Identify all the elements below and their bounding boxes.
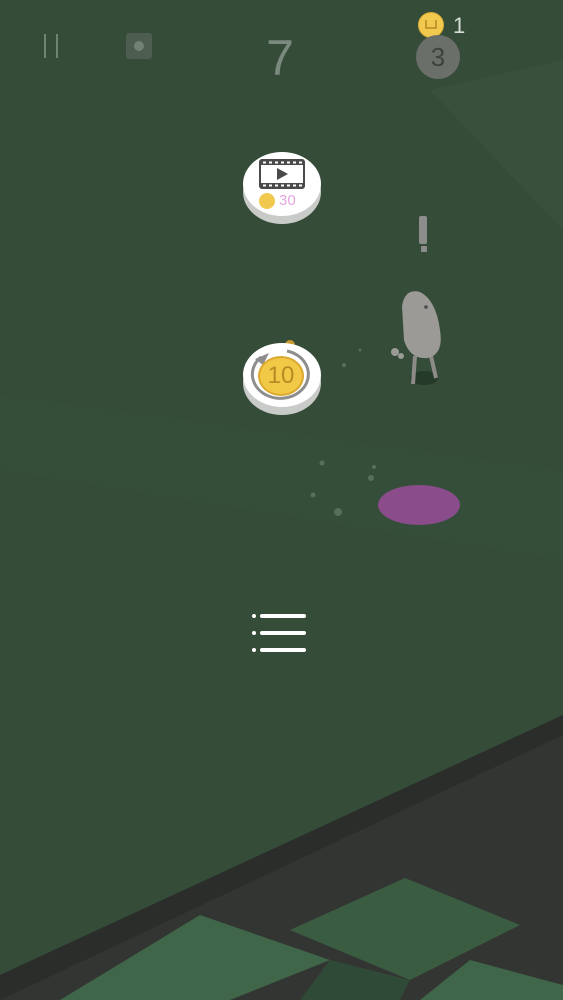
hamburger-icon xyxy=(252,614,308,618)
level-badge: 3 xyxy=(416,35,460,79)
menu-button[interactable] xyxy=(252,610,308,658)
film-play-icon xyxy=(259,159,305,189)
coin-count: 1 xyxy=(453,13,466,38)
watch-video-button[interactable]: 30 xyxy=(243,152,321,224)
camera-button[interactable] xyxy=(126,33,152,59)
pause-icon xyxy=(44,34,46,58)
score: 7 xyxy=(266,30,294,86)
game-scene xyxy=(0,0,563,1000)
camera-icon xyxy=(134,41,144,51)
target-pad xyxy=(378,485,460,525)
pause-button[interactable] xyxy=(38,32,66,60)
continue-button[interactable]: 10 xyxy=(243,343,321,415)
continue-cost-label: 10 xyxy=(267,362,295,389)
coin-icon xyxy=(418,12,444,38)
video-cost-label: 30 xyxy=(279,192,296,209)
coin-icon xyxy=(259,193,275,209)
